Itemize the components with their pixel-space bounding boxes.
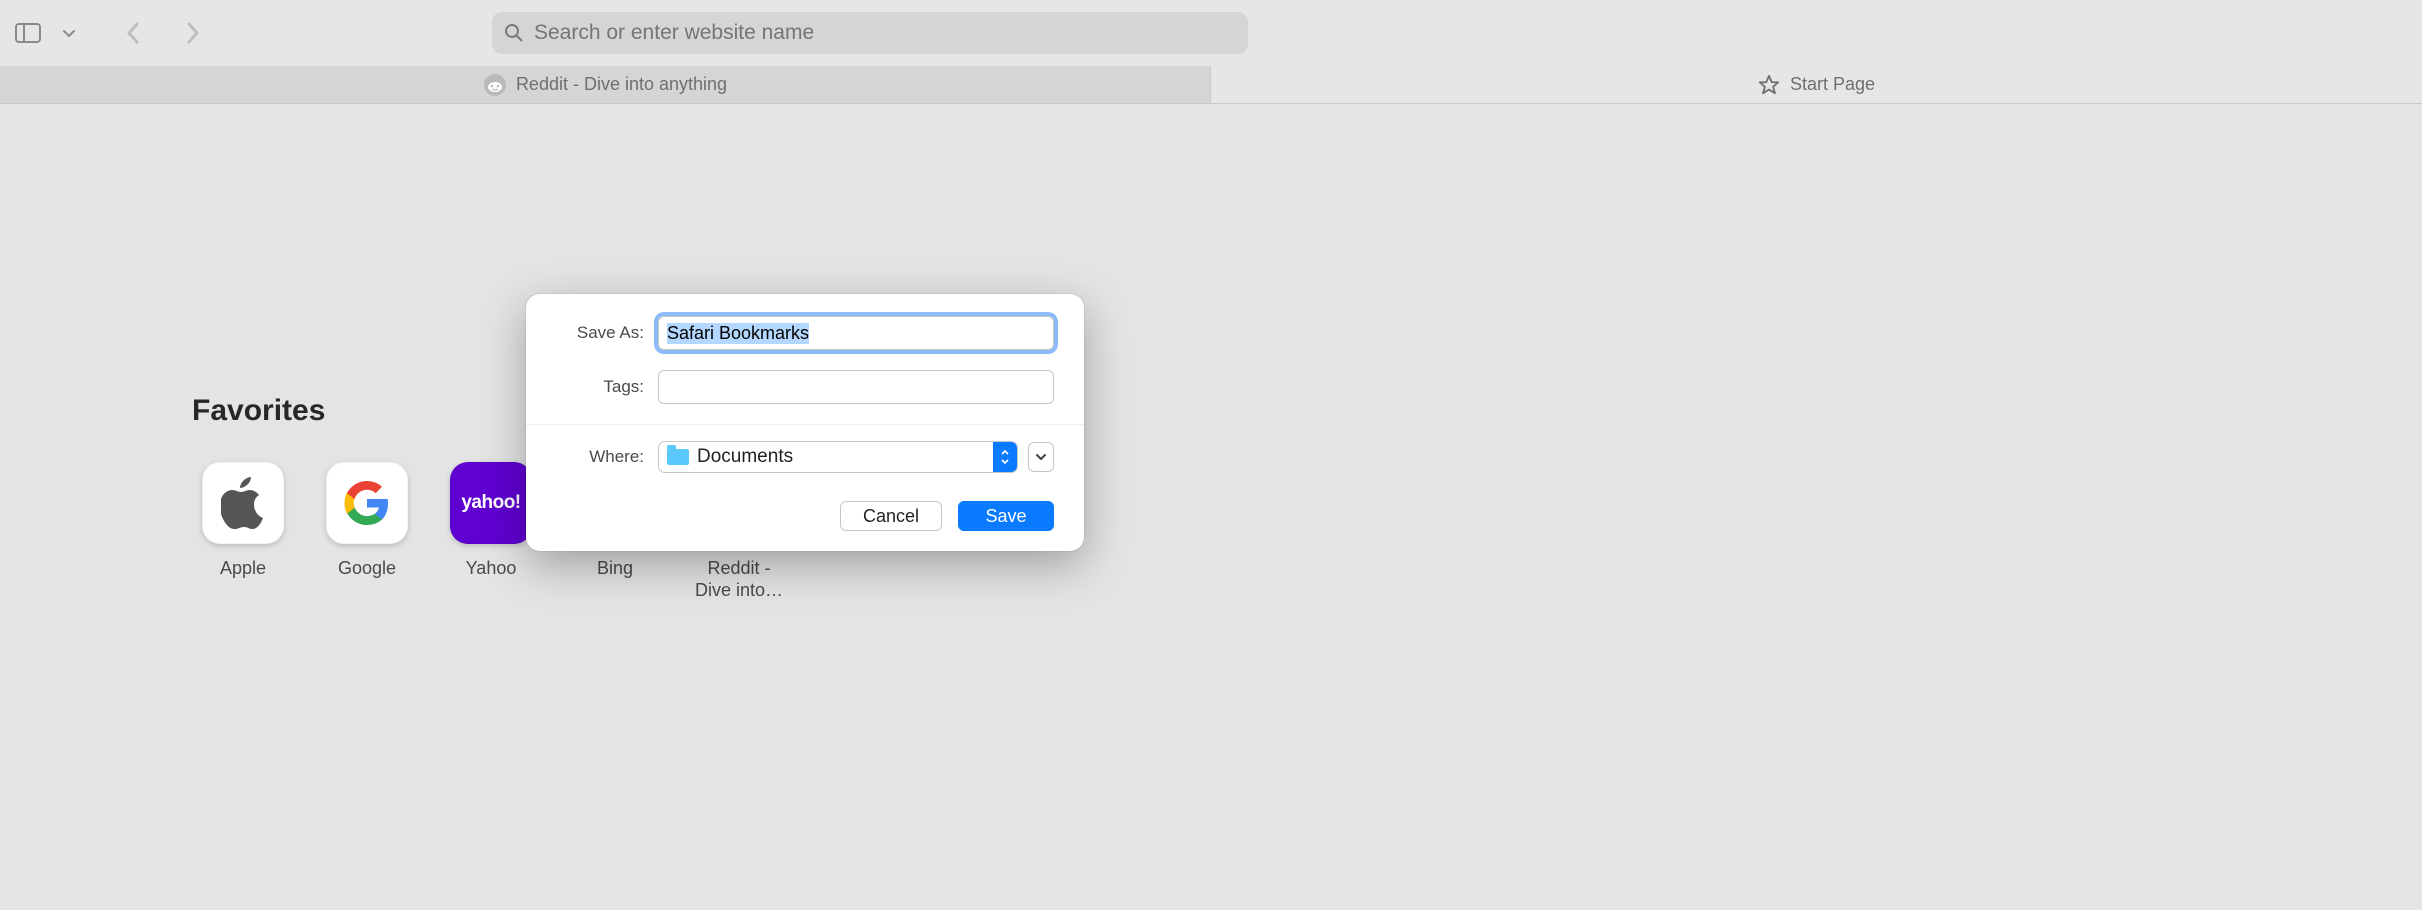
favorite-label: Yahoo <box>440 558 542 580</box>
favorites-row: Apple Google yahoo! Yahoo B Bing <box>192 462 2230 601</box>
yahoo-icon: yahoo! <box>461 492 520 514</box>
favorite-label: Apple <box>192 558 294 580</box>
tab-bar: Reddit - Dive into anything Start Page <box>0 66 2422 104</box>
where-value: Documents <box>697 446 793 468</box>
favorite-apple[interactable]: Apple <box>192 462 294 601</box>
separator <box>526 424 1084 425</box>
nav-arrows <box>118 11 208 55</box>
favorite-google[interactable]: Google <box>316 462 418 601</box>
address-input[interactable] <box>534 21 1236 45</box>
start-page-content: Favorites Apple Google yahoo! <box>0 104 2422 910</box>
save-button[interactable]: Save <box>958 501 1054 531</box>
tab-label: Reddit - Dive into anything <box>516 74 727 95</box>
save-as-label: Save As: <box>556 323 644 343</box>
save-as-field[interactable]: Safari Bookmarks <box>658 316 1054 350</box>
tab-group-dropdown-button[interactable] <box>52 11 86 55</box>
favorite-label: Bing <box>564 558 666 580</box>
apple-icon <box>221 477 265 529</box>
tags-field[interactable] <box>658 370 1054 404</box>
where-label: Where: <box>556 447 644 467</box>
cancel-button[interactable]: Cancel <box>840 501 942 531</box>
reddit-icon <box>484 74 506 96</box>
expand-save-panel-button[interactable] <box>1028 442 1054 472</box>
save-as-value: Safari Bookmarks <box>667 323 809 344</box>
tags-label: Tags: <box>556 377 644 397</box>
star-icon <box>1758 74 1780 96</box>
favorite-label: Google <box>316 558 418 580</box>
toolbar <box>0 0 2422 66</box>
google-icon <box>343 479 391 527</box>
tab-start-page[interactable]: Start Page <box>1211 66 2422 103</box>
sidebar-toggle-button[interactable] <box>8 11 48 55</box>
forward-button[interactable] <box>178 11 208 55</box>
folder-icon <box>667 449 689 465</box>
save-dialog: Save As: Safari Bookmarks Tags: Where: D… <box>526 294 1084 551</box>
favorites-heading: Favorites <box>192 394 2230 428</box>
address-bar[interactable] <box>492 12 1248 54</box>
favorite-label: Reddit - Dive into… <box>688 558 790 601</box>
tab-label: Start Page <box>1790 74 1875 95</box>
search-icon <box>504 23 524 43</box>
select-stepper-icon <box>993 442 1017 472</box>
tab-reddit[interactable]: Reddit - Dive into anything <box>0 66 1211 103</box>
where-select[interactable]: Documents <box>658 441 1018 473</box>
back-button[interactable] <box>118 11 148 55</box>
